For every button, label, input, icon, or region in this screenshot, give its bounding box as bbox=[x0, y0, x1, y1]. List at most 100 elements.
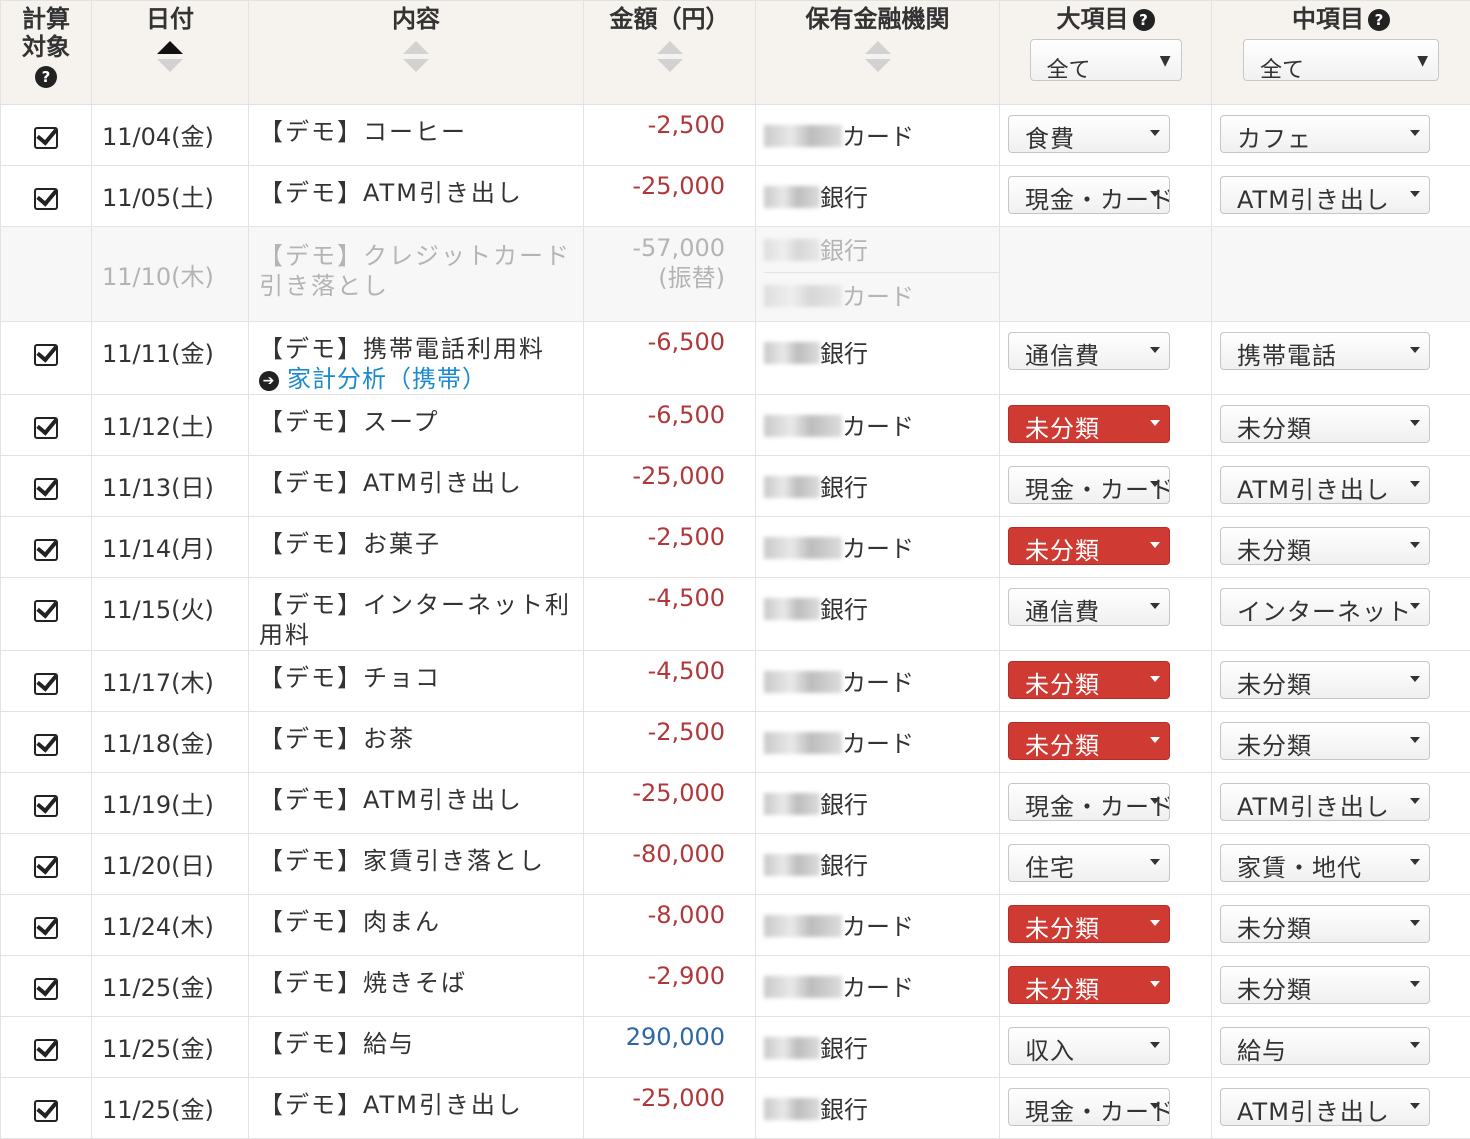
checkbox-checked-icon[interactable] bbox=[33, 340, 59, 366]
description-cell[interactable]: 【デモ】携帯電話利用料➔家計分析（携帯） bbox=[249, 322, 584, 395]
mid-category-cell: ATM引き出し bbox=[1212, 456, 1470, 517]
sort-icon[interactable] bbox=[402, 41, 430, 81]
mid-category-select[interactable]: 給与 bbox=[1220, 1027, 1430, 1065]
amount-cell[interactable]: -4,500 bbox=[584, 578, 756, 651]
large-category-select[interactable]: 食費 bbox=[1008, 115, 1170, 153]
checkbox-checked-icon[interactable] bbox=[33, 123, 59, 149]
large-category-select[interactable]: 現金・カード bbox=[1008, 176, 1170, 214]
description-cell[interactable]: 【デモ】クレジットカード引き落とし bbox=[249, 227, 584, 322]
amount-cell[interactable]: -25,000 bbox=[584, 166, 756, 227]
mid-category-select[interactable]: インターネット bbox=[1220, 588, 1430, 626]
checkbox-checked-icon[interactable] bbox=[33, 791, 59, 817]
checkbox-checked-icon[interactable] bbox=[33, 1035, 59, 1061]
dropdown-caret-icon bbox=[1410, 859, 1420, 865]
large-category-select[interactable]: 現金・カード bbox=[1008, 1088, 1170, 1126]
mid-category-select[interactable]: 携帯電話 bbox=[1220, 332, 1430, 370]
amount-cell[interactable]: -80,000 bbox=[584, 834, 756, 895]
institution-cell: カード bbox=[756, 712, 1000, 773]
large-category-select[interactable]: 未分類 bbox=[1008, 966, 1170, 1004]
amount-cell[interactable]: 290,000 bbox=[584, 1017, 756, 1078]
amount-cell[interactable]: -2,500 bbox=[584, 105, 756, 166]
dropdown-caret-icon bbox=[1150, 981, 1160, 987]
description-cell[interactable]: 【デモ】コーヒー bbox=[249, 105, 584, 166]
checkbox-checked-icon[interactable] bbox=[33, 852, 59, 878]
amount-cell[interactable]: -4,500 bbox=[584, 651, 756, 712]
checkbox-checked-icon[interactable] bbox=[33, 535, 59, 561]
header-amount[interactable]: 金額（円） bbox=[584, 1, 756, 105]
amount-cell[interactable]: -2,500 bbox=[584, 712, 756, 773]
amount-cell[interactable]: -25,000 bbox=[584, 773, 756, 834]
description-cell[interactable]: 【デモ】ATM引き出し bbox=[249, 166, 584, 227]
calc-target-cell bbox=[1, 578, 92, 651]
dropdown-caret-icon bbox=[1410, 737, 1420, 743]
description-cell[interactable]: 【デモ】ATM引き出し bbox=[249, 773, 584, 834]
mid-category-select[interactable]: ATM引き出し bbox=[1220, 466, 1430, 504]
large-category-select[interactable]: 現金・カード bbox=[1008, 783, 1170, 821]
header-content[interactable]: 内容 bbox=[249, 1, 584, 105]
amount-cell[interactable]: -8,000 bbox=[584, 895, 756, 956]
mid-category-select[interactable]: 未分類 bbox=[1220, 405, 1430, 443]
large-category-select[interactable]: 未分類 bbox=[1008, 661, 1170, 699]
mid-category-select[interactable]: ATM引き出し bbox=[1220, 1088, 1430, 1126]
large-category-select[interactable]: 収入 bbox=[1008, 1027, 1170, 1065]
description-cell[interactable]: 【デモ】チョコ bbox=[249, 651, 584, 712]
checkbox-checked-icon[interactable] bbox=[33, 974, 59, 1000]
large-category-select[interactable]: 通信費 bbox=[1008, 332, 1170, 370]
date-cell: 11/18(金) bbox=[92, 712, 249, 773]
large-category-select[interactable]: 現金・カード bbox=[1008, 466, 1170, 504]
description-cell[interactable]: 【デモ】焼きそば bbox=[249, 956, 584, 1017]
mid-category-filter[interactable]: 全て▼ bbox=[1243, 39, 1439, 81]
mid-category-select[interactable]: 未分類 bbox=[1220, 722, 1430, 760]
description-cell[interactable]: 【デモ】ATM引き出し bbox=[249, 1078, 584, 1139]
description-cell[interactable]: 【デモ】家賃引き落とし bbox=[249, 834, 584, 895]
checkbox-checked-icon[interactable] bbox=[33, 474, 59, 500]
amount-cell[interactable]: -6,500 bbox=[584, 395, 756, 456]
description-cell[interactable]: 【デモ】お菓子 bbox=[249, 517, 584, 578]
help-icon[interactable]: ? bbox=[1368, 9, 1390, 31]
checkbox-checked-icon[interactable] bbox=[33, 730, 59, 756]
mid-category-select[interactable]: 未分類 bbox=[1220, 527, 1430, 565]
sort-icon[interactable] bbox=[656, 41, 684, 81]
checkbox-checked-icon[interactable] bbox=[33, 413, 59, 439]
mid-category-select[interactable]: 未分類 bbox=[1220, 905, 1430, 943]
checkbox-checked-icon[interactable] bbox=[33, 913, 59, 939]
amount-cell[interactable]: -6,500 bbox=[584, 322, 756, 395]
help-icon[interactable]: ? bbox=[35, 66, 57, 88]
amount-cell[interactable]: -25,000 bbox=[584, 456, 756, 517]
amount-cell[interactable]: -2,900 bbox=[584, 956, 756, 1017]
institution-type: カード bbox=[842, 669, 914, 697]
mid-category-select[interactable]: 家賃・地代 bbox=[1220, 844, 1430, 882]
sort-icon[interactable] bbox=[864, 41, 892, 81]
amount-cell[interactable]: -57,000(振替) bbox=[584, 227, 756, 322]
checkbox-checked-icon[interactable] bbox=[33, 184, 59, 210]
help-icon[interactable]: ? bbox=[1133, 9, 1155, 31]
description-cell[interactable]: 【デモ】給与 bbox=[249, 1017, 584, 1078]
amount-cell[interactable]: -2,500 bbox=[584, 517, 756, 578]
large-category-select[interactable]: 未分類 bbox=[1008, 405, 1170, 443]
description-cell[interactable]: 【デモ】お茶 bbox=[249, 712, 584, 773]
header-date[interactable]: 日付 bbox=[92, 1, 249, 105]
checkbox-checked-icon[interactable] bbox=[33, 669, 59, 695]
header-institution[interactable]: 保有金融機関 bbox=[756, 1, 1000, 105]
mid-category-select[interactable]: 未分類 bbox=[1220, 966, 1430, 1004]
large-category-select[interactable]: 住宅 bbox=[1008, 844, 1170, 882]
large-category-select[interactable]: 未分類 bbox=[1008, 722, 1170, 760]
description-cell[interactable]: 【デモ】インターネット利用料 bbox=[249, 578, 584, 651]
description-cell[interactable]: 【デモ】スープ bbox=[249, 395, 584, 456]
mid-category-select[interactable]: ATM引き出し bbox=[1220, 783, 1430, 821]
description-cell[interactable]: 【デモ】ATM引き出し bbox=[249, 456, 584, 517]
checkbox-checked-icon[interactable] bbox=[33, 1096, 59, 1122]
mid-category-select[interactable]: ATM引き出し bbox=[1220, 176, 1430, 214]
mid-category-select[interactable]: 未分類 bbox=[1220, 661, 1430, 699]
sort-icon[interactable] bbox=[156, 41, 184, 81]
large-category-select[interactable]: 未分類 bbox=[1008, 527, 1170, 565]
large-category-select[interactable]: 未分類 bbox=[1008, 905, 1170, 943]
analysis-link[interactable]: ➔家計分析（携帯） bbox=[259, 364, 583, 394]
amount-cell[interactable]: -25,000 bbox=[584, 1078, 756, 1139]
description-cell[interactable]: 【デモ】肉まん bbox=[249, 895, 584, 956]
large-category-filter[interactable]: 全て▼ bbox=[1030, 39, 1182, 81]
large-category-select[interactable]: 通信費 bbox=[1008, 588, 1170, 626]
checkbox-checked-icon[interactable] bbox=[33, 596, 59, 622]
calc-target-cell bbox=[1, 773, 92, 834]
mid-category-select[interactable]: カフェ bbox=[1220, 115, 1430, 153]
